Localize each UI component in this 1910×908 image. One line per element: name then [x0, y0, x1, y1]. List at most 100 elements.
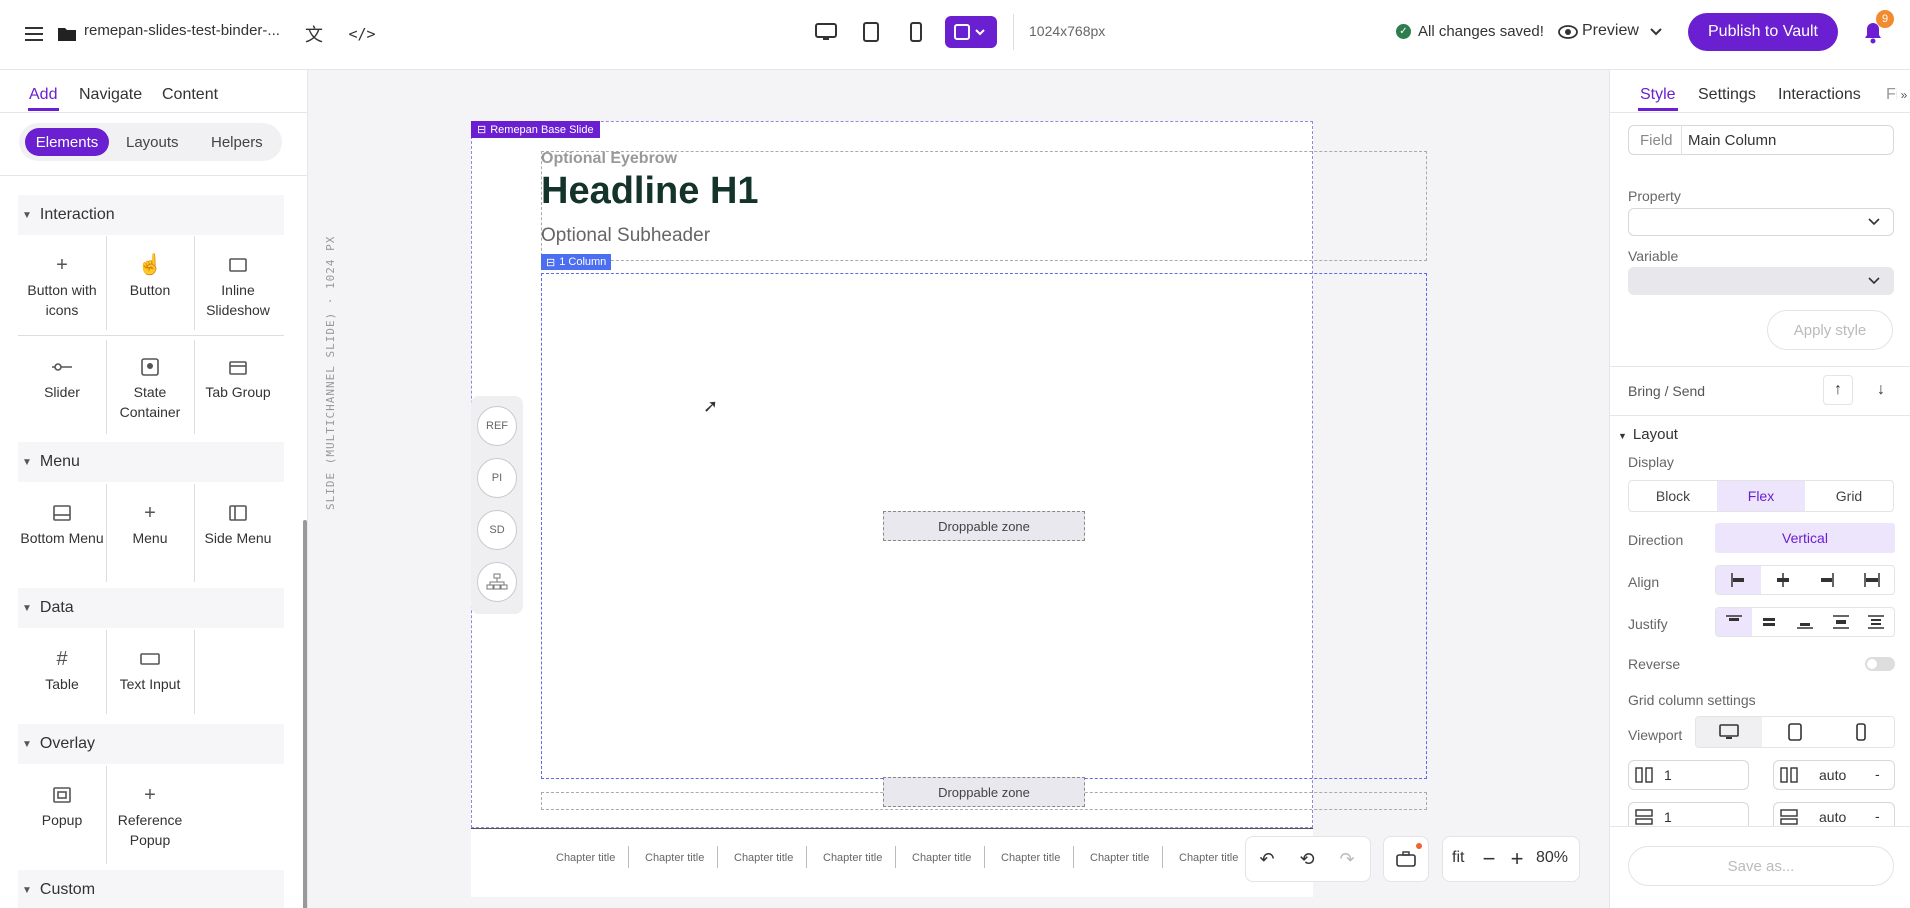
section-custom[interactable]: ▼ Custom: [18, 870, 284, 908]
left-scrollbar[interactable]: [303, 520, 307, 908]
layout-section-header[interactable]: ▼ Layout: [1618, 426, 1678, 443]
sitemap-icon[interactable]: [477, 562, 517, 602]
reset-icon[interactable]: ⟲: [1293, 845, 1321, 873]
project-name[interactable]: remepan-slides-test-binder-...: [84, 22, 280, 39]
mobile-icon[interactable]: [1828, 717, 1894, 747]
section-overlay[interactable]: ▼ Overlay: [18, 724, 284, 764]
base-slide-tag[interactable]: ⊟ Remepan Base Slide: [471, 121, 600, 138]
dash-icon[interactable]: -: [1875, 808, 1880, 824]
mobile-icon[interactable]: [902, 18, 930, 46]
tab-navigate[interactable]: Navigate: [79, 86, 142, 104]
element-button[interactable]: ☝ Button: [106, 250, 194, 300]
display-flex[interactable]: Flex: [1717, 481, 1805, 511]
column-tag[interactable]: ⊟ 1 Column: [541, 254, 612, 270]
droppable-zone[interactable]: Droppable zone: [883, 511, 1085, 541]
chevrons-icon[interactable]: »: [1897, 86, 1910, 104]
chapter-title[interactable]: Chapter title: [734, 852, 793, 864]
ref-button[interactable]: REF: [477, 406, 517, 446]
chevron-down-icon: [1866, 214, 1882, 230]
element-menu[interactable]: + Menu: [106, 498, 194, 548]
element-side-menu[interactable]: Side Menu: [194, 498, 282, 548]
zoom-out-icon[interactable]: −: [1478, 845, 1500, 873]
tab-interactions[interactable]: Interactions: [1778, 86, 1861, 104]
element-slider[interactable]: Slider: [18, 352, 106, 402]
section-data[interactable]: ▼ Data: [18, 588, 284, 628]
rows-value: 1: [1664, 809, 1672, 825]
chapter-title[interactable]: Chapter title: [823, 852, 882, 864]
element-state-container[interactable]: State Container: [106, 352, 194, 422]
zoom-in-icon[interactable]: +: [1506, 845, 1528, 873]
publish-button[interactable]: Publish to Vault: [1688, 13, 1838, 51]
code-icon[interactable]: </>: [348, 20, 376, 48]
chapter-title[interactable]: Chapter title: [1090, 852, 1149, 864]
justify-start-icon[interactable]: [1716, 608, 1752, 636]
arrow-down-icon[interactable]: ↓: [1866, 375, 1896, 405]
element-reference-popup[interactable]: + Reference Popup: [106, 780, 194, 850]
section-interaction[interactable]: ▼ Interaction: [18, 195, 284, 235]
custom-viewport-dropdown[interactable]: [945, 16, 997, 48]
tab-settings[interactable]: Settings: [1698, 86, 1756, 104]
subtab-elements[interactable]: Elements: [25, 128, 109, 156]
element-popup[interactable]: Popup: [18, 780, 106, 830]
chapter-title[interactable]: Chapter title: [912, 852, 971, 864]
justify-around-icon[interactable]: [1858, 608, 1894, 636]
chapter-title[interactable]: Chapter title: [556, 852, 615, 864]
justify-between-icon[interactable]: [1823, 608, 1859, 636]
element-button-with-icons[interactable]: + Button with icons: [18, 250, 106, 320]
chevron-down-icon[interactable]: [1648, 22, 1664, 42]
direction-vertical[interactable]: Vertical: [1715, 523, 1895, 553]
section-menu[interactable]: ▼ Menu: [18, 442, 284, 482]
element-tab-group[interactable]: Tab Group: [194, 352, 282, 402]
align-center-icon[interactable]: [1761, 566, 1806, 594]
property-select[interactable]: [1628, 208, 1894, 236]
bring-send-label: Bring / Send: [1628, 383, 1706, 399]
eye-icon[interactable]: [1557, 20, 1579, 44]
justify-end-icon[interactable]: [1787, 608, 1823, 636]
chapter-title[interactable]: Chapter title: [1179, 852, 1238, 864]
apply-style-button[interactable]: Apply style: [1767, 310, 1893, 350]
row-height-icon: [1779, 808, 1799, 826]
undo-icon[interactable]: ↶: [1253, 845, 1281, 873]
display-grid[interactable]: Grid: [1805, 481, 1893, 511]
slider-icon: [18, 352, 106, 382]
preview-button[interactable]: Preview: [1582, 22, 1639, 40]
column-width-icon: [1779, 766, 1799, 784]
variable-select[interactable]: [1628, 267, 1894, 295]
element-bottom-menu[interactable]: Bottom Menu: [18, 498, 106, 548]
redo-icon[interactable]: ↷: [1333, 845, 1361, 873]
desktop-icon[interactable]: [812, 18, 840, 46]
subtab-layouts[interactable]: Layouts: [126, 134, 179, 151]
align-label: Align: [1628, 574, 1660, 590]
align-stretch-icon[interactable]: [1850, 566, 1895, 594]
align-start-icon[interactable]: [1716, 566, 1761, 594]
chapter-title[interactable]: Chapter title: [1001, 852, 1060, 864]
reverse-toggle[interactable]: [1865, 657, 1895, 671]
element-table[interactable]: # Table: [18, 644, 106, 694]
element-inline-slideshow[interactable]: Inline Slideshow: [194, 250, 282, 320]
tablet-icon[interactable]: [857, 18, 885, 46]
dash-icon[interactable]: -: [1875, 766, 1880, 782]
headline[interactable]: Headline H1: [541, 170, 759, 213]
tab-style[interactable]: Style: [1640, 86, 1676, 104]
translate-icon[interactable]: 文: [300, 20, 328, 48]
chapter-title[interactable]: Chapter title: [645, 852, 704, 864]
droppable-zone-footer[interactable]: Droppable zone: [883, 777, 1085, 807]
divider: [0, 175, 307, 176]
display-block[interactable]: Block: [1629, 481, 1717, 511]
hamburger-menu-icon[interactable]: [20, 20, 48, 48]
subheader[interactable]: Optional Subheader: [541, 225, 710, 247]
desktop-icon[interactable]: [1696, 717, 1762, 747]
tablet-icon[interactable]: [1762, 717, 1828, 747]
save-as-button[interactable]: Save as...: [1628, 846, 1894, 886]
element-text-input[interactable]: Text Input: [106, 644, 194, 694]
arrow-up-icon[interactable]: ↑: [1823, 375, 1853, 405]
justify-center-icon[interactable]: [1752, 608, 1788, 636]
pi-button[interactable]: PI: [477, 458, 517, 498]
zoom-fit-button[interactable]: fit: [1452, 849, 1464, 867]
sd-button[interactable]: SD: [477, 510, 517, 550]
align-end-icon[interactable]: [1805, 566, 1850, 594]
tab-content[interactable]: Content: [162, 86, 218, 104]
tab-add[interactable]: Add: [29, 86, 57, 104]
subtab-helpers[interactable]: Helpers: [211, 134, 263, 151]
eyebrow-text[interactable]: Optional Eyebrow: [541, 150, 677, 168]
